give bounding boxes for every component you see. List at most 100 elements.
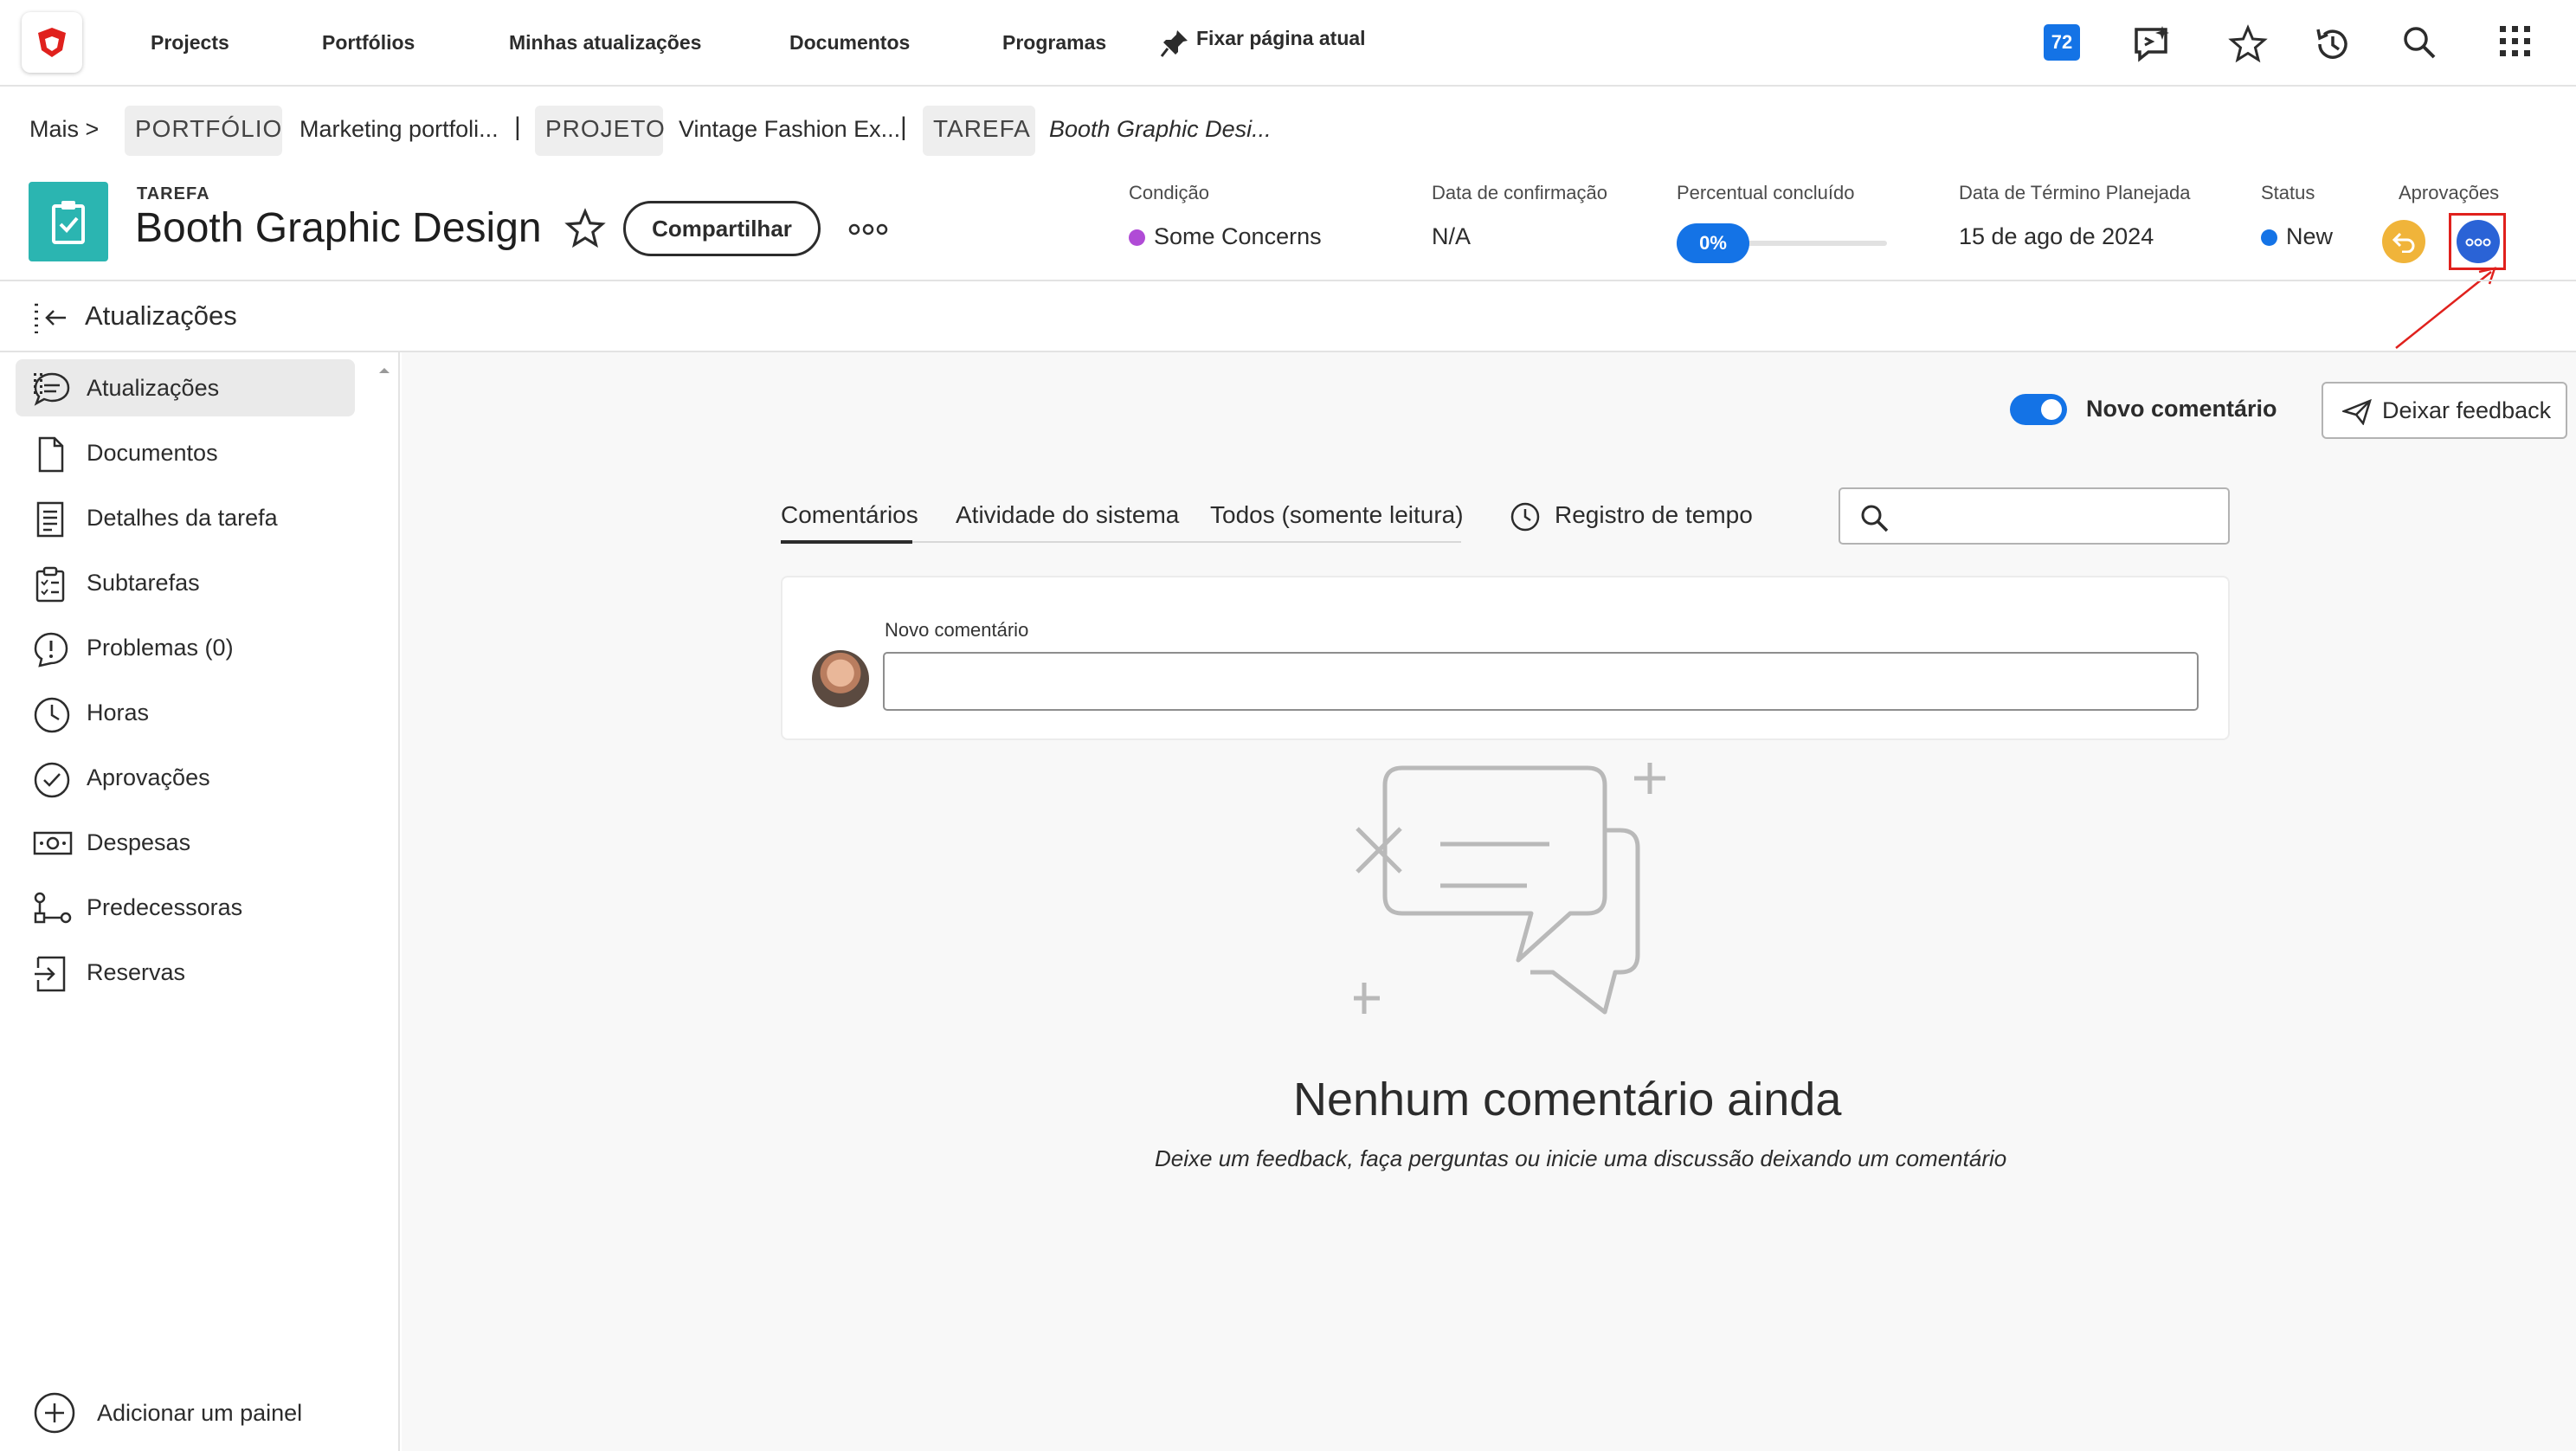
sidebar-item-label: Problemas (0) [87,635,234,661]
add-panel-label: Adicionar um painel [97,1400,303,1426]
tab-system-activity[interactable]: Atividade do sistema [956,501,1179,529]
breadcrumb-separator: | [900,113,907,141]
sidebar-item-bookings[interactable]: Reservas [16,944,355,1001]
search-icon [1861,505,1889,532]
status-label: Status [2261,182,2315,203]
top-navigation: Projects Portfólios Minhas atualizações … [0,0,2576,87]
sidebar-item-label: Predecessoras [87,894,243,920]
flow-icon [34,892,72,924]
commit-date-label: Data de confirmação [1432,182,1607,203]
object-type-label: TAREFA [137,184,210,203]
sidebar-item-approvals[interactable]: Aprovações [16,749,355,806]
planned-date-value[interactable]: 15 de ago de 2024 [1959,223,2154,250]
percent-complete-label: Percentual concluído [1677,182,1855,203]
pin-icon [1160,30,1188,57]
clock-icon [1510,502,1540,532]
breadcrumb-project-type: PROJETO [545,115,666,142]
tab-time-log-label: Registro de tempo [1555,501,1753,528]
planned-date-label: Data de Término Planejada [1959,182,2191,203]
sidebar-item-documents[interactable]: Documentos [16,424,355,481]
avatar [812,650,869,707]
sidebar-item-label: Documentos [87,440,218,466]
approval-more-button[interactable] [2457,220,2500,263]
drag-handle-icon[interactable] [33,371,43,394]
search-icon[interactable] [2401,24,2439,62]
sidebar: Atualizações Documentos Detalhes da tare… [0,352,400,1451]
whats-new-icon[interactable] [2131,24,2174,64]
new-comment-toggle[interactable] [2010,394,2067,425]
sidebar-item-label: Reservas [87,959,186,985]
empty-state-subtitle: Deixe um feedback, faça perguntas ou ini… [1155,1145,2007,1171]
booking-icon [35,956,66,992]
tab-all-read-only[interactable]: Todos (somente leitura) [1210,501,1464,529]
sidebar-item-hours[interactable]: Horas [16,684,355,741]
app-grid-icon[interactable] [2498,24,2533,59]
notification-badge[interactable]: 72 [2044,24,2080,61]
undo-arrow-icon [2392,232,2415,253]
breadcrumb-portfolio-link[interactable]: Marketing portfoli... [299,116,499,143]
more-options-icon[interactable] [848,223,888,235]
nav-documents[interactable]: Documentos [789,31,910,55]
page-title: Booth Graphic Design [135,205,542,251]
sidebar-item-subtasks[interactable]: Subtarefas [16,554,355,611]
add-panel-button[interactable]: Adicionar um painel [33,1391,302,1439]
breadcrumb-task-current: Booth Graphic Desi... [1049,116,1272,142]
panel-header: Atualizações [0,280,2576,352]
condition-dot-icon [1129,229,1145,247]
empty-state-title: Nenhum comentário ainda [1293,1074,1842,1125]
money-icon [33,831,73,855]
new-comment-toggle-label: Novo comentário [2086,396,2277,422]
updates-panel: Novo comentário Deixar feedback Comentár… [402,352,2576,1451]
send-icon [2342,399,2372,425]
tab-comments[interactable]: Comentários [781,501,918,529]
sidebar-item-updates[interactable]: Atualizações [16,359,355,416]
sidebar-item-label: Atualizações [87,375,220,401]
sidebar-item-label: Horas [87,700,150,726]
nav-my-updates[interactable]: Minhas atualizações [509,31,701,55]
sidebar-item-expenses[interactable]: Despesas [16,814,355,871]
sidebar-item-task-details[interactable]: Detalhes da tarefa [16,489,355,546]
approval-recall-button[interactable] [2382,220,2425,263]
history-icon[interactable] [2313,24,2353,64]
details-icon [36,501,64,538]
leave-feedback-button[interactable]: Deixar feedback [2322,382,2567,439]
new-comment-card: Novo comentário [781,576,2230,740]
app-logo[interactable] [22,12,82,73]
collapse-panel-icon[interactable] [33,302,68,333]
sidebar-item-issues[interactable]: Problemas (0) [16,619,355,676]
new-comment-label: Novo comentário [885,619,1029,641]
nav-projects[interactable]: Projects [151,31,229,55]
sidebar-item-label: Detalhes da tarefa [87,505,278,531]
search-input[interactable] [1839,487,2230,545]
favorites-star-icon[interactable] [2228,24,2268,64]
commit-date-value[interactable]: N/A [1432,223,1471,250]
document-icon [38,436,64,473]
pin-page-button[interactable]: Fixar página atual [1160,27,1366,57]
scroll-up-icon[interactable] [377,366,391,375]
favorite-star-icon[interactable] [564,208,606,249]
new-comment-input[interactable] [883,652,2199,711]
share-button[interactable]: Compartilhar [623,201,821,256]
more-options-icon [2465,238,2491,247]
sidebar-item-label: Aprovações [87,764,210,790]
percent-complete-value[interactable]: 0% [1677,223,1749,263]
active-tab-indicator [781,540,912,544]
plus-circle-icon [34,1392,75,1434]
status-field[interactable]: New [2261,223,2333,250]
sidebar-item-label: Subtarefas [87,570,200,596]
empty-comments-illustration-icon [1354,763,1665,1015]
pin-page-label: Fixar página atual [1196,27,1366,49]
task-type-icon [29,182,108,261]
check-circle-icon [34,762,70,798]
condition-label: Condição [1129,182,1209,203]
sidebar-item-label: Despesas [87,829,191,855]
nav-programs[interactable]: Programas [1002,31,1106,55]
nav-portfolios[interactable]: Portfólios [322,31,415,55]
breadcrumb-task-type: TAREFA [933,115,1031,142]
condition-field[interactable]: Some Concerns [1129,223,1322,250]
breadcrumb-more[interactable]: Mais > [29,116,99,143]
status-value: New [2286,223,2334,249]
clock-icon [34,697,70,733]
sidebar-item-predecessors[interactable]: Predecessoras [16,879,355,936]
breadcrumb-project-link[interactable]: Vintage Fashion Ex... [679,116,900,143]
